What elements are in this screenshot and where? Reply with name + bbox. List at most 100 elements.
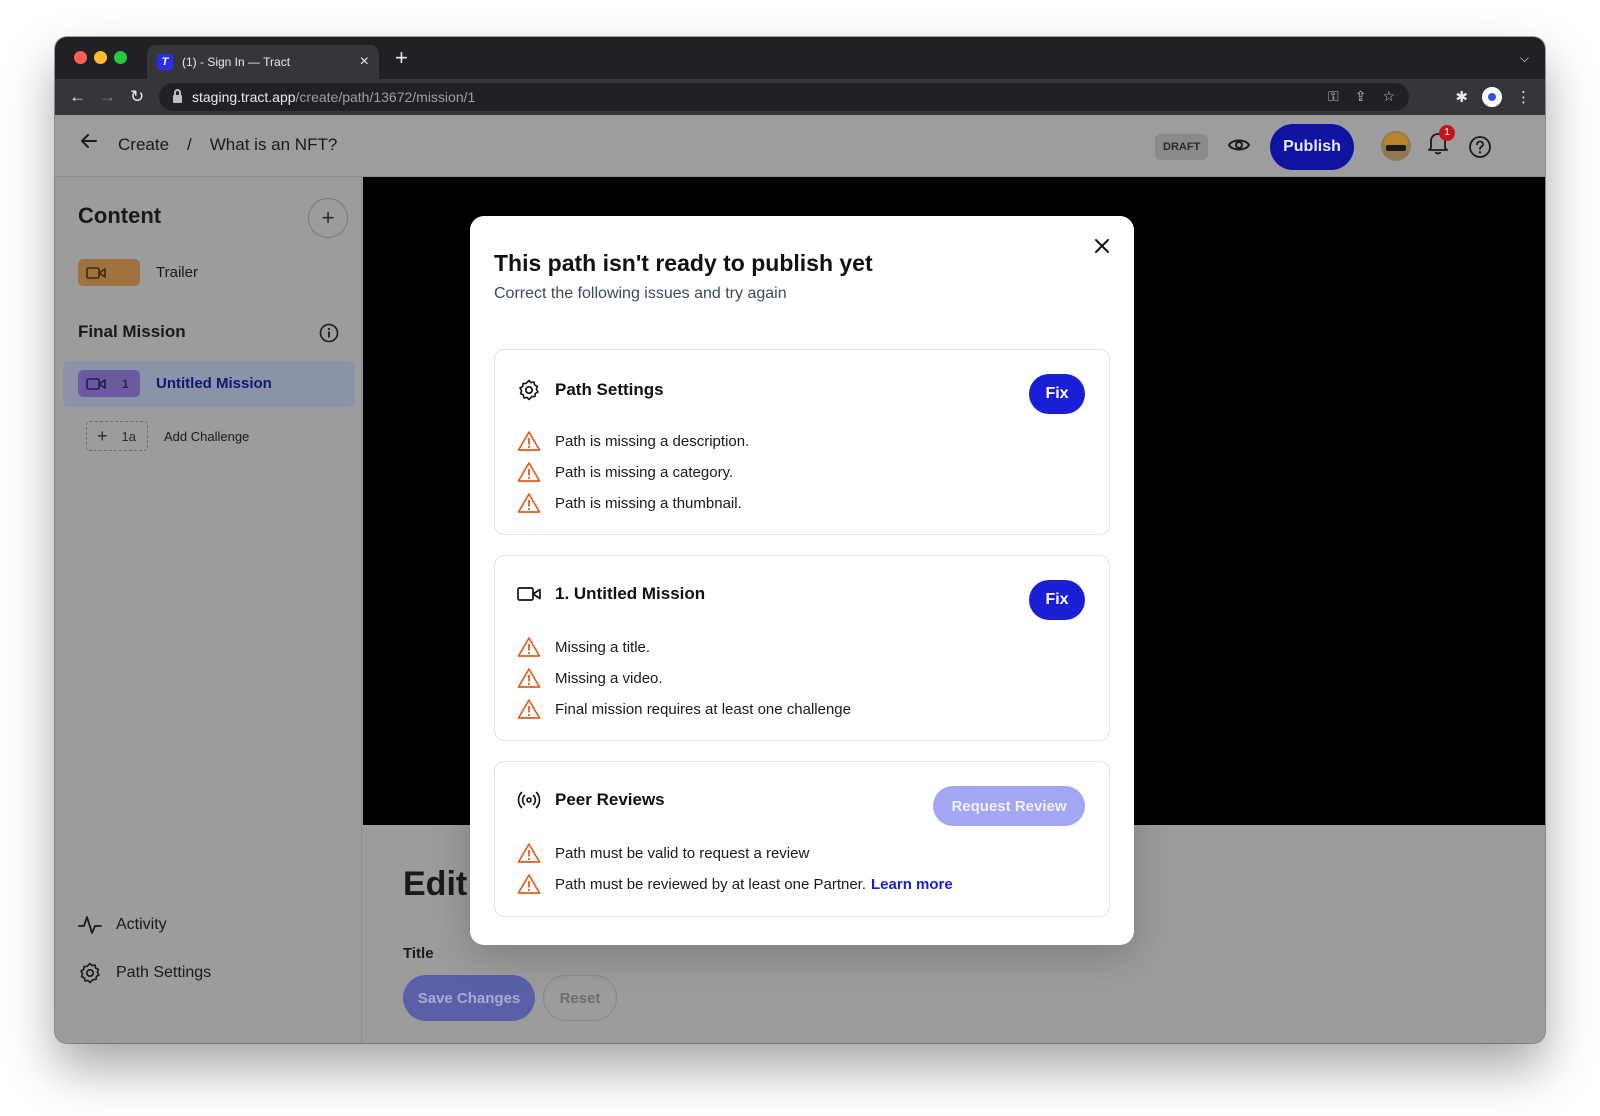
share-icon[interactable]: ⇪ xyxy=(1355,88,1367,105)
url-input[interactable]: staging.tract.app/create/path/13672/miss… xyxy=(159,83,1409,111)
breadcrumb-create[interactable]: Create xyxy=(118,135,169,155)
forward-arrow-icon[interactable]: → xyxy=(99,86,116,108)
warning-triangle-icon xyxy=(517,843,541,863)
sidebar-item-trailer[interactable]: Trailer xyxy=(78,259,198,286)
sidebar-title: Content xyxy=(78,203,162,228)
preview-eye-icon[interactable] xyxy=(1227,135,1251,160)
app-header: Create / What is an NFT? DRAFT Publish 1 xyxy=(55,115,1545,177)
fix-path-settings-button[interactable]: Fix xyxy=(1029,374,1085,414)
extensions-puzzle-icon[interactable]: ✱ xyxy=(1455,88,1468,106)
warning-triangle-icon xyxy=(517,874,541,894)
section-title: Final Mission xyxy=(78,322,186,341)
modal-subtitle: Correct the following issues and try aga… xyxy=(494,285,787,302)
path-settings-card: Path Settings Fix Path is missing a desc… xyxy=(494,349,1110,535)
peer-reviews-card: Peer Reviews Request Review Path must be… xyxy=(494,761,1110,917)
close-window-button[interactable] xyxy=(74,51,87,64)
issue-item: Final mission requires at least one chal… xyxy=(517,698,851,720)
issue-item: Path is missing a description. xyxy=(517,430,749,452)
mission-card: 1. Untitled Mission Fix Missing a title.… xyxy=(494,555,1110,741)
issue-text: Missing a video. xyxy=(555,669,663,687)
new-tab-icon[interactable]: + xyxy=(395,47,408,69)
browser-menu-icon[interactable]: ⋮ xyxy=(1516,88,1531,106)
issue-text: Path is missing a description. xyxy=(555,432,750,450)
maximize-window-button[interactable] xyxy=(114,51,127,64)
issue-text: Path must be reviewed by at least one Pa… xyxy=(555,875,867,893)
video-camera-icon xyxy=(517,587,541,601)
issue-text: Missing a title. xyxy=(555,638,651,656)
card-title: Peer Reviews xyxy=(555,790,665,809)
learn-more-link[interactable]: Learn more xyxy=(871,876,953,893)
sidebar-item-label: Path Settings xyxy=(116,964,212,981)
issue-item: Path must be reviewed by at least one Pa… xyxy=(517,873,953,895)
activity-pulse-icon xyxy=(78,916,102,934)
issue-item: Path is missing a category. xyxy=(517,461,733,483)
warning-triangle-icon xyxy=(517,637,541,657)
browser-tab[interactable]: T (1) - Sign In — Tract × xyxy=(147,45,379,79)
back-arrow-icon[interactable]: ← xyxy=(69,86,86,108)
sidebar-item-label: Trailer xyxy=(156,264,198,281)
address-bar: ← → ↻ staging.tract.app/create/path/1367… xyxy=(55,79,1545,115)
add-content-button[interactable]: + xyxy=(308,198,348,238)
modal-title: This path isn't ready to publish yet xyxy=(494,250,873,276)
card-title: 1. Untitled Mission xyxy=(555,584,706,603)
publish-button[interactable]: Publish xyxy=(1270,124,1354,170)
mission-number: 1 xyxy=(122,376,129,391)
plus-icon: + xyxy=(97,425,108,446)
reset-button[interactable]: Reset xyxy=(543,975,617,1021)
sidebar-item-path-settings[interactable]: Path Settings xyxy=(78,961,211,985)
issue-text: Final mission requires at least one chal… xyxy=(555,700,851,718)
challenge-number: 1a xyxy=(121,428,136,444)
star-icon[interactable]: ☆ xyxy=(1382,88,1395,105)
sidebar-item-label: Activity xyxy=(116,916,167,933)
issue-item: Missing a title. xyxy=(517,636,650,658)
content-sidebar: Content + Trailer Final Mission 1 Untitl… xyxy=(55,177,362,1043)
add-challenge-chip: + 1a xyxy=(86,421,148,451)
warning-triangle-icon xyxy=(517,668,541,688)
back-arrow-icon[interactable] xyxy=(79,131,99,157)
draft-badge: DRAFT xyxy=(1155,134,1209,160)
publish-issues-modal: This path isn't ready to publish yet Cor… xyxy=(470,216,1134,945)
breadcrumb-current: What is an NFT? xyxy=(209,135,338,154)
warning-triangle-icon xyxy=(517,431,541,451)
request-review-button[interactable]: Request Review xyxy=(933,786,1085,826)
sidebar-item-untitled-mission[interactable]: 1 Untitled Mission xyxy=(78,370,272,397)
issue-item: Missing a video. xyxy=(517,667,663,689)
reload-icon[interactable]: ↻ xyxy=(130,86,144,108)
fix-mission-button[interactable]: Fix xyxy=(1029,580,1085,620)
gear-icon xyxy=(519,379,539,401)
minimize-window-button[interactable] xyxy=(94,51,107,64)
gear-icon xyxy=(80,962,100,984)
issue-text: Path is missing a category. xyxy=(555,463,734,481)
url-path: /create/path/13672/mission/1 xyxy=(295,89,476,105)
close-tab-icon[interactable]: × xyxy=(360,54,369,70)
key-icon[interactable]: ⚿ xyxy=(1328,88,1339,105)
info-icon[interactable] xyxy=(319,323,339,348)
edit-heading: Edit xyxy=(403,865,468,903)
close-icon[interactable] xyxy=(1092,236,1112,261)
video-camera-icon: 1 xyxy=(78,370,140,397)
breadcrumb: Create / What is an NFT? xyxy=(118,135,337,155)
url-host: staging.tract.app xyxy=(192,89,296,105)
add-challenge-label: Add Challenge xyxy=(164,428,250,444)
video-camera-icon xyxy=(78,259,140,286)
sidebar-item-label: Untitled Mission xyxy=(156,375,272,392)
notifications-bell-icon[interactable]: 1 xyxy=(1427,125,1455,160)
add-challenge-button[interactable]: + 1a Add Challenge xyxy=(86,421,249,451)
title-label: Title xyxy=(403,945,434,962)
tab-search-chevron-icon[interactable]: ⌵ xyxy=(1520,51,1529,66)
card-title: Path Settings xyxy=(555,380,664,399)
issue-item: Path is missing a thumbnail. xyxy=(517,492,742,514)
tab-title: (1) - Sign In — Tract xyxy=(182,55,291,69)
issue-item: Path must be valid to request a review xyxy=(517,842,809,864)
breadcrumb-separator: / xyxy=(187,135,192,154)
sidebar-item-activity[interactable]: Activity xyxy=(78,915,167,935)
tab-bar: T (1) - Sign In — Tract × + ⌵ xyxy=(55,37,1545,79)
issue-text: Path is missing a thumbnail. xyxy=(555,494,742,512)
warning-triangle-icon xyxy=(517,493,541,513)
issue-text: Path must be valid to request a review xyxy=(555,844,810,862)
help-circle-icon[interactable] xyxy=(1468,135,1492,164)
profile-avatar-icon[interactable] xyxy=(1482,87,1502,107)
warning-triangle-icon xyxy=(517,462,541,482)
save-changes-button[interactable]: Save Changes xyxy=(403,975,535,1021)
user-avatar[interactable] xyxy=(1381,131,1411,161)
